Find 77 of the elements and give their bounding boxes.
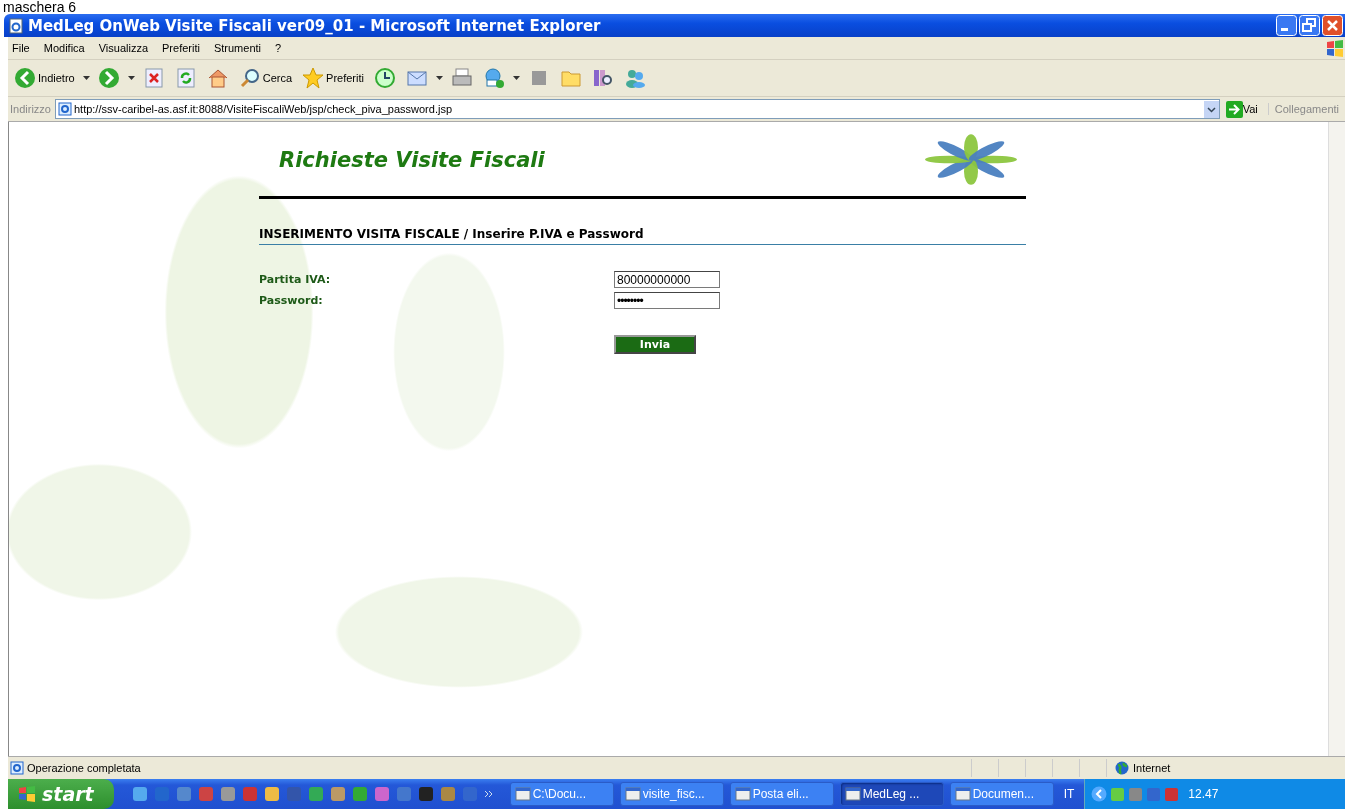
- zone-text: Internet: [1133, 762, 1171, 774]
- tray-icon[interactable]: [1146, 786, 1162, 802]
- caret-icon[interactable]: [127, 76, 135, 80]
- app-icon[interactable]: [395, 786, 412, 802]
- favorites-button[interactable]: Preferiti: [300, 65, 366, 91]
- printer-icon: [450, 67, 473, 89]
- window-title: MedLeg OnWeb Visite Fiscali ver09_01 - Microsoft Internet Explorer: [28, 16, 602, 35]
- field-label: Partita IVA:: [259, 273, 332, 286]
- status-text: Operazione completata: [27, 762, 141, 774]
- clock-text: 12.47: [1188, 787, 1219, 801]
- clock-icon: [373, 67, 396, 89]
- address-label: Indirizzo: [9, 103, 51, 115]
- field-label: Password:: [259, 294, 324, 307]
- window-icon: [844, 786, 861, 802]
- page-icon: [10, 761, 24, 775]
- window-icon: [954, 786, 971, 802]
- menu-item[interactable]: File: [12, 42, 30, 54]
- search-button[interactable]: Cerca: [236, 65, 295, 91]
- dropdown-icon[interactable]: [1203, 100, 1219, 118]
- address-field[interactable]: http://ssv-caribel-as.asf.it:8088/VisiteFiscaliWeb/jsp/check_piva_password.jsp: [54, 99, 1220, 119]
- arrow-right-icon: [1225, 100, 1243, 118]
- minimize-button[interactable]: [1276, 15, 1297, 36]
- search-icon: [238, 67, 261, 89]
- section-heading: INSERIMENTO VISITA FISCALE / Inserire P.IVA e Password: [259, 227, 1026, 245]
- window-icon: [734, 786, 751, 802]
- tray-icon[interactable]: [1164, 786, 1180, 802]
- books-icon: [591, 67, 614, 89]
- page-title: Richieste Visite Fiscali: [279, 148, 545, 172]
- chevron-icon[interactable]: [483, 789, 494, 799]
- people-icon: [623, 67, 646, 89]
- go-button[interactable]: Vai: [1223, 100, 1264, 118]
- window-icon: [624, 786, 641, 802]
- url-text-field[interactable]: http://ssv-caribel-as.asf.it:8088/VisiteFiscaliWeb/jsp/check_piva_password.jsp: [73, 103, 1202, 115]
- close-button[interactable]: [1322, 15, 1343, 36]
- app-icon[interactable]: [131, 786, 148, 802]
- restore-button[interactable]: [1299, 15, 1320, 36]
- tray-icon[interactable]: [1110, 786, 1126, 802]
- submit-button[interactable]: Invia: [614, 335, 696, 354]
- text-field[interactable]: 80000000000: [614, 271, 720, 288]
- app-icon[interactable]: [329, 786, 346, 802]
- caption-text: maschera 6: [2, 0, 77, 14]
- page-icon: [8, 17, 24, 34]
- menu-item[interactable]: Modifica: [43, 42, 85, 54]
- home-icon: [206, 67, 229, 89]
- app-icon[interactable]: [175, 786, 192, 802]
- window-icon: [514, 786, 531, 802]
- menu-item[interactable]: Strumenti: [213, 42, 261, 54]
- taskbar-button[interactable]: C:\Docu...: [509, 782, 614, 806]
- caret-icon[interactable]: [82, 76, 90, 80]
- chevron-left-icon[interactable]: [1091, 786, 1108, 802]
- taskbar-button[interactable]: Posta eli...: [729, 782, 834, 806]
- back-button[interactable]: Indietro: [12, 65, 77, 91]
- language-indicator[interactable]: IT: [1059, 787, 1079, 801]
- menu-item[interactable]: ?: [275, 42, 282, 54]
- caret-icon[interactable]: [512, 76, 520, 80]
- app-icon[interactable]: [307, 786, 324, 802]
- taskbar-button[interactable]: visite_fisc...: [619, 782, 724, 806]
- globe-icon: [1115, 761, 1129, 775]
- app-icon[interactable]: [373, 786, 390, 802]
- app-icon[interactable]: [417, 786, 434, 802]
- refresh-icon: [174, 67, 197, 89]
- taskbar-button[interactable]: MedLeg ...: [839, 782, 944, 806]
- app-icon[interactable]: [263, 786, 280, 802]
- windows-flag-icon: [18, 786, 36, 802]
- page-icon: [57, 102, 72, 116]
- menu-item[interactable]: Visualizza: [98, 42, 149, 54]
- app-icon[interactable]: [351, 786, 368, 802]
- app-icon[interactable]: [219, 786, 236, 802]
- windows-flag-icon: [1325, 39, 1345, 57]
- stop-icon: [142, 67, 165, 89]
- star-icon: [302, 67, 325, 89]
- app-icon[interactable]: [439, 786, 456, 802]
- caret-icon[interactable]: [435, 76, 443, 80]
- taskbar-button[interactable]: Documen...: [949, 782, 1054, 806]
- scrollbar[interactable]: [1328, 122, 1345, 756]
- password-field[interactable]: ••••••••: [614, 292, 720, 309]
- menu-item[interactable]: Preferiti: [162, 42, 200, 54]
